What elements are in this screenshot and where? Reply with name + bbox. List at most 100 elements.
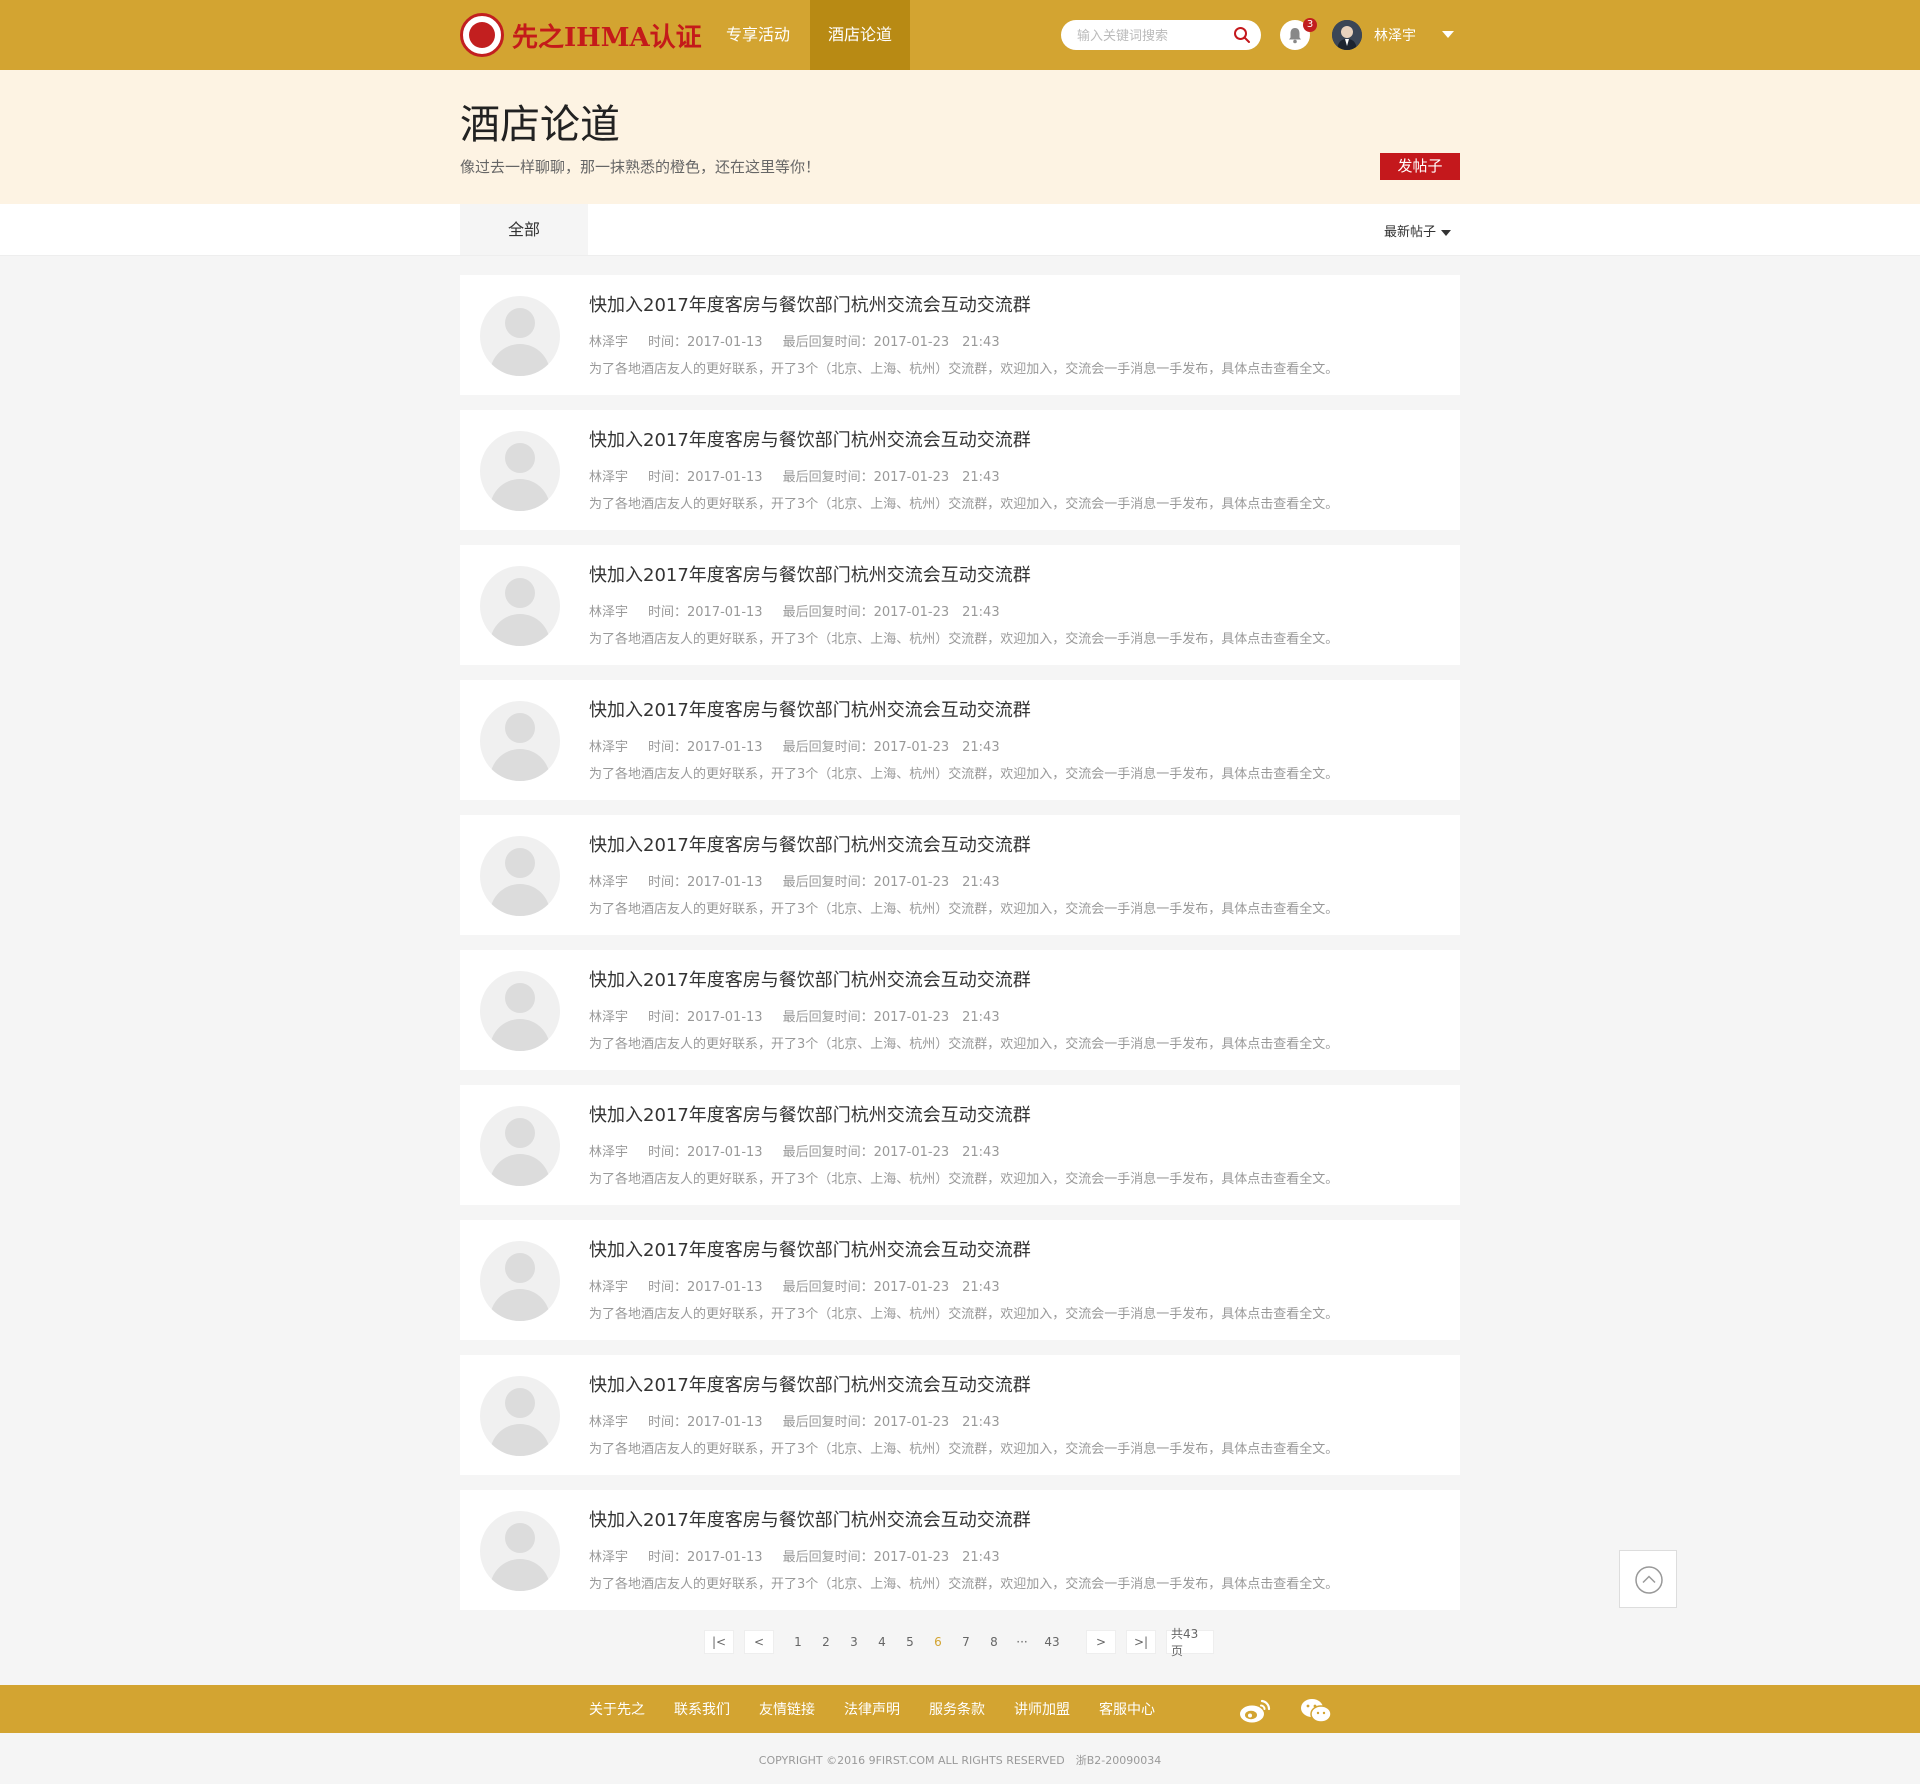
user-placeholder-icon (480, 1241, 560, 1321)
nav-hotel-forum[interactable]: 酒店论道 (810, 0, 910, 70)
search-icon[interactable] (1233, 26, 1251, 44)
post-title[interactable]: 快加入2017年度客房与餐饮部门杭州交流会互动交流群 (589, 1371, 1031, 1397)
weibo-icon[interactable] (1238, 1697, 1272, 1725)
post-last-reply: 最后回复时间：2017-01-23 21:43 (782, 1415, 1000, 1430)
page-link[interactable]: 1 (784, 1635, 812, 1649)
user-placeholder-icon (480, 296, 560, 376)
post-title[interactable]: 快加入2017年度客房与餐饮部门杭州交流会互动交流群 (589, 1236, 1031, 1262)
post-time: 时间：2017-01-13 (648, 1010, 763, 1025)
post-author[interactable]: 林泽宇 (589, 1280, 628, 1295)
post-card[interactable]: 快加入2017年度客房与餐饮部门杭州交流会互动交流群 林泽宇 时间：2017-01… (460, 275, 1460, 395)
user-placeholder-icon (480, 1376, 560, 1456)
footer-link-friends[interactable]: 友情链接 (759, 1699, 815, 1719)
post-last-reply: 最后回复时间：2017-01-23 21:43 (782, 1010, 1000, 1025)
footer-links: 关于先之 联系我们 友情链接 法律声明 服务条款 讲师加盟 客服中心 (589, 1699, 1184, 1719)
user-placeholder-icon (480, 836, 560, 916)
page-link[interactable]: 4 (868, 1635, 896, 1649)
wechat-icon[interactable] (1299, 1697, 1333, 1725)
page-last-button[interactable]: >| (1126, 1630, 1156, 1654)
page-next-button[interactable]: > (1086, 1630, 1116, 1654)
post-card[interactable]: 快加入2017年度客房与餐饮部门杭州交流会互动交流群 林泽宇 时间：2017-01… (460, 410, 1460, 530)
page-prev-button[interactable]: < (744, 1630, 774, 1654)
footer-link-lecturer[interactable]: 讲师加盟 (1014, 1699, 1070, 1719)
user-avatar[interactable] (1332, 20, 1362, 50)
page-link[interactable]: 8 (980, 1635, 1008, 1649)
user-placeholder-icon (480, 701, 560, 781)
post-time: 时间：2017-01-13 (648, 470, 763, 485)
footer-link-contact[interactable]: 联系我们 (674, 1699, 730, 1719)
post-time: 时间：2017-01-13 (648, 1415, 763, 1430)
user-menu-caret-icon[interactable] (1442, 31, 1454, 38)
new-post-button[interactable]: 发帖子 (1380, 153, 1460, 180)
page-link[interactable]: 3 (840, 1635, 868, 1649)
post-author[interactable]: 林泽宇 (589, 875, 628, 890)
post-title[interactable]: 快加入2017年度客房与餐饮部门杭州交流会互动交流群 (589, 426, 1031, 452)
post-meta: 林泽宇 时间：2017-01-13 最后回复时间：2017-01-23 21:43 (589, 466, 1020, 485)
post-title[interactable]: 快加入2017年度客房与餐饮部门杭州交流会互动交流群 (589, 966, 1031, 992)
post-excerpt: 为了各地酒店友人的更好联系，开了3个（北京、上海、杭州）交流群，欢迎加入，交流会… (589, 1577, 1339, 1592)
footer-link-service[interactable]: 客服中心 (1099, 1699, 1155, 1719)
copyright: COPYRIGHT ©2016 9FIRST.COM ALL RIGHTS RE… (758, 1754, 1162, 1767)
post-author[interactable]: 林泽宇 (589, 740, 628, 755)
back-to-top-button[interactable] (1619, 1550, 1677, 1608)
sort-dropdown[interactable]: 最新帖子 (1384, 221, 1452, 240)
page-link[interactable]: 2 (812, 1635, 840, 1649)
user-avatar-image (1332, 20, 1362, 50)
post-last-reply: 最后回复时间：2017-01-23 21:43 (782, 1280, 1000, 1295)
post-author[interactable]: 林泽宇 (589, 335, 628, 350)
footer-link-legal[interactable]: 法律声明 (844, 1699, 900, 1719)
post-title[interactable]: 快加入2017年度客房与餐饮部门杭州交流会互动交流群 (589, 1506, 1031, 1532)
site-logo[interactable]: 先之IHMA认证 (460, 12, 702, 58)
post-author[interactable]: 林泽宇 (589, 470, 628, 485)
search-input[interactable] (1075, 24, 1229, 48)
post-excerpt: 为了各地酒店友人的更好联系，开了3个（北京、上海、杭州）交流群，欢迎加入，交流会… (589, 632, 1339, 647)
page-subtitle: 像过去一样聊聊，那一抹熟悉的橙色，还在这里等你！ (460, 158, 821, 176)
post-card[interactable]: 快加入2017年度客房与餐饮部门杭州交流会互动交流群 林泽宇 时间：2017-01… (460, 950, 1460, 1070)
arrow-up-circle-icon (1635, 1566, 1663, 1594)
post-card[interactable]: 快加入2017年度客房与餐饮部门杭州交流会互动交流群 林泽宇 时间：2017-01… (460, 680, 1460, 800)
post-title[interactable]: 快加入2017年度客房与餐饮部门杭州交流会互动交流群 (589, 561, 1031, 587)
post-time: 时间：2017-01-13 (648, 875, 763, 890)
footer-link-about[interactable]: 关于先之 (589, 1699, 645, 1719)
post-last-reply: 最后回复时间：2017-01-23 21:43 (782, 1145, 1000, 1160)
post-author[interactable]: 林泽宇 (589, 1145, 628, 1160)
post-meta: 林泽宇 时间：2017-01-13 最后回复时间：2017-01-23 21:43 (589, 601, 1020, 620)
nav-exclusive-events[interactable]: 专享活动 (712, 0, 804, 70)
post-card[interactable]: 快加入2017年度客房与餐饮部门杭州交流会互动交流群 林泽宇 时间：2017-01… (460, 1085, 1460, 1205)
footer-link-terms[interactable]: 服务条款 (929, 1699, 985, 1719)
post-title[interactable]: 快加入2017年度客房与餐饮部门杭州交流会互动交流群 (589, 696, 1031, 722)
post-card[interactable]: 快加入2017年度客房与餐饮部门杭州交流会互动交流群 林泽宇 时间：2017-01… (460, 545, 1460, 665)
post-author[interactable]: 林泽宇 (589, 1550, 628, 1565)
post-time: 时间：2017-01-13 (648, 335, 763, 350)
post-time: 时间：2017-01-13 (648, 605, 763, 620)
post-author[interactable]: 林泽宇 (589, 1010, 628, 1025)
post-meta: 林泽宇 时间：2017-01-13 最后回复时间：2017-01-23 21:43 (589, 736, 1020, 755)
post-author[interactable]: 林泽宇 (589, 605, 628, 620)
page-title: 酒店论道 (460, 102, 620, 148)
post-card[interactable]: 快加入2017年度客房与餐饮部门杭州交流会互动交流群 林泽宇 时间：2017-01… (460, 1355, 1460, 1475)
user-placeholder-icon (480, 431, 560, 511)
post-card[interactable]: 快加入2017年度客房与餐饮部门杭州交流会互动交流群 林泽宇 时间：2017-01… (460, 815, 1460, 935)
top-navbar (0, 0, 1920, 70)
post-last-reply: 最后回复时间：2017-01-23 21:43 (782, 875, 1000, 890)
post-card[interactable]: 快加入2017年度客房与餐饮部门杭州交流会互动交流群 林泽宇 时间：2017-01… (460, 1220, 1460, 1340)
page-link[interactable]: 7 (952, 1635, 980, 1649)
post-title[interactable]: 快加入2017年度客房与餐饮部门杭州交流会互动交流群 (589, 1101, 1031, 1127)
post-meta: 林泽宇 时间：2017-01-13 最后回复时间：2017-01-23 21:43 (589, 871, 1020, 890)
notification-badge: 3 (1303, 18, 1317, 32)
post-title[interactable]: 快加入2017年度客房与餐饮部门杭州交流会互动交流群 (589, 291, 1031, 317)
post-card[interactable]: 快加入2017年度客房与餐饮部门杭州交流会互动交流群 林泽宇 时间：2017-01… (460, 1490, 1460, 1610)
search-box (1061, 20, 1261, 50)
tab-all[interactable]: 全部 (460, 204, 588, 255)
post-author[interactable]: 林泽宇 (589, 1415, 628, 1430)
page-link[interactable]: 5 (896, 1635, 924, 1649)
post-meta: 林泽宇 时间：2017-01-13 最后回复时间：2017-01-23 21:43 (589, 1006, 1020, 1025)
page-link-last[interactable]: 43 (1036, 1635, 1068, 1649)
caret-down-icon (1441, 229, 1452, 236)
post-meta: 林泽宇 时间：2017-01-13 最后回复时间：2017-01-23 21:43 (589, 1276, 1020, 1295)
post-title[interactable]: 快加入2017年度客房与餐饮部门杭州交流会互动交流群 (589, 831, 1031, 857)
page-link-current[interactable]: 6 (924, 1635, 952, 1649)
user-placeholder-icon (480, 1106, 560, 1186)
page-first-button[interactable]: |< (704, 1630, 734, 1654)
user-name[interactable]: 林泽宇 (1374, 25, 1416, 45)
